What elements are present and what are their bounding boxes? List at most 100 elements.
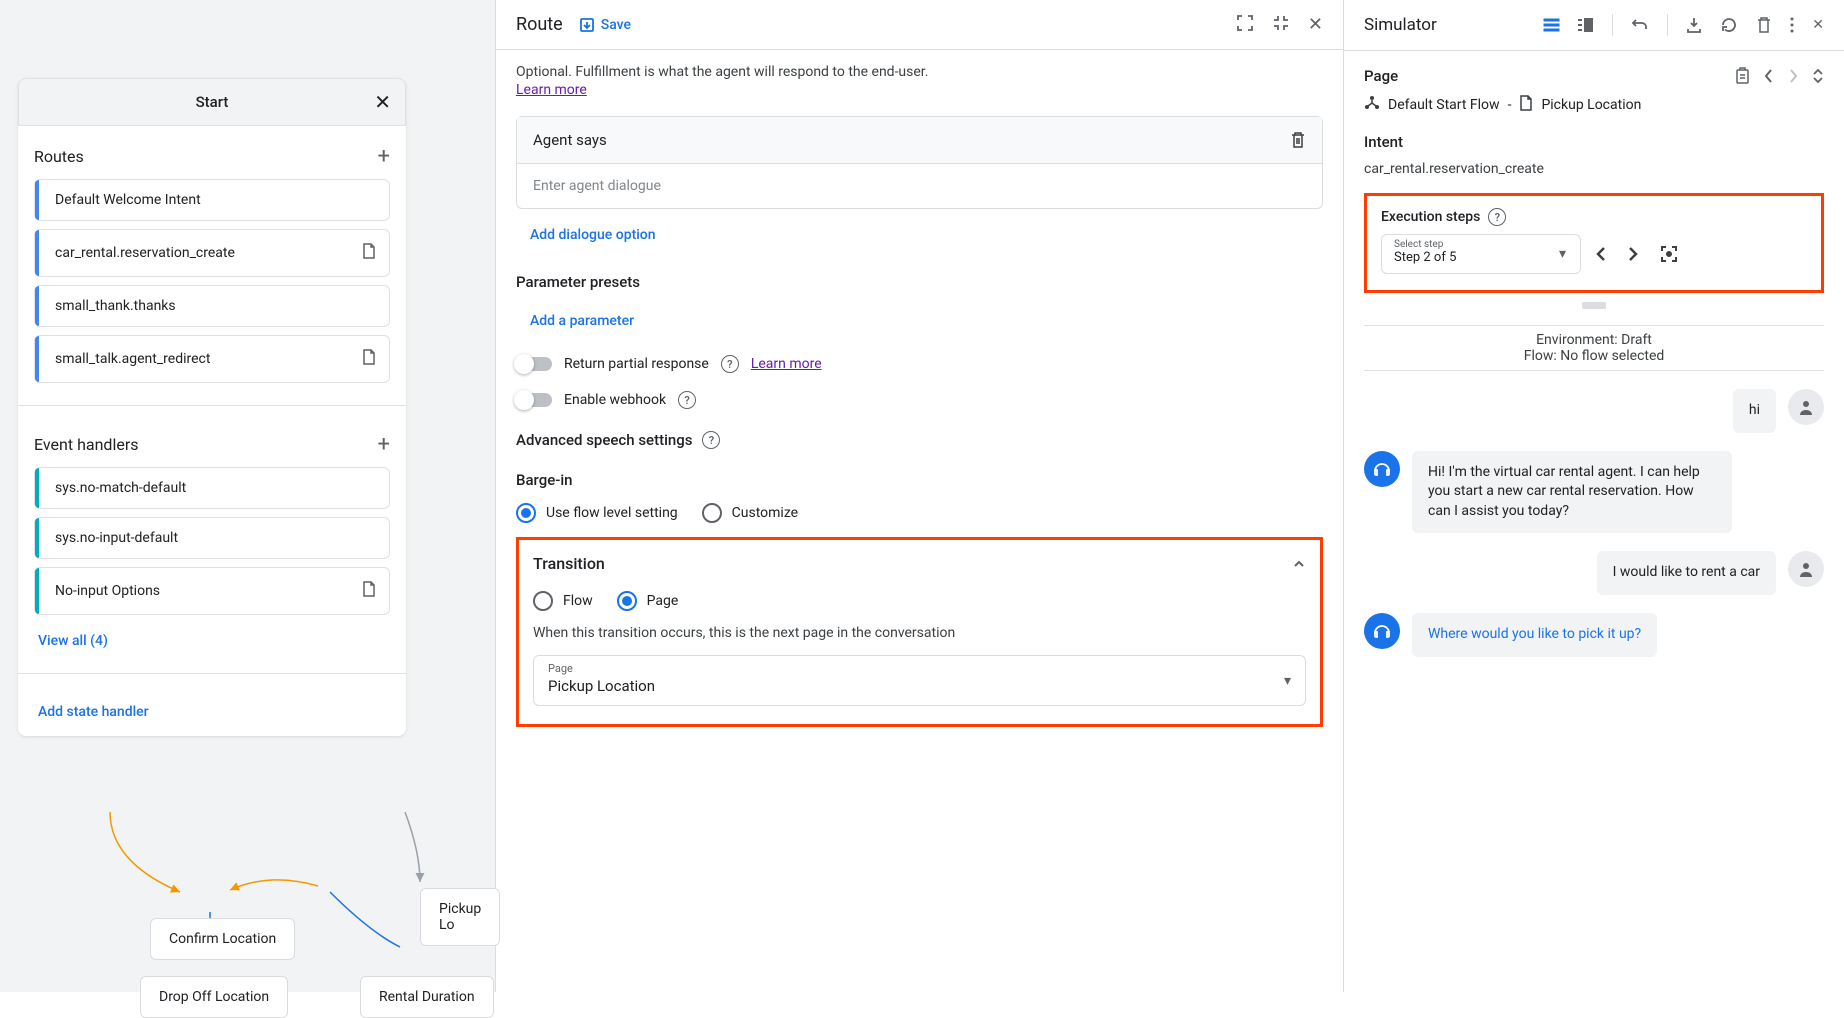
help-icon[interactable]: ?	[702, 431, 720, 449]
routes-section: Routes + Default Welcome Intent car_rent…	[18, 126, 406, 397]
transition-page-radio[interactable]: Page	[617, 591, 679, 611]
trash-icon[interactable]	[1290, 131, 1306, 149]
start-card-header: Start ✕	[18, 78, 406, 126]
handler-item[interactable]: sys.no-input-default	[34, 517, 390, 559]
flow-node-dropoff[interactable]: Drop Off Location	[140, 976, 288, 1018]
handler-item[interactable]: No-input Options	[34, 567, 390, 615]
undo-icon[interactable]	[1631, 16, 1649, 34]
save-icon	[579, 17, 595, 33]
add-parameter-link[interactable]: Add a parameter	[530, 313, 634, 329]
add-dialogue-link[interactable]: Add dialogue option	[530, 227, 656, 243]
bot-message: Hi! I'm the virtual car rental agent. I …	[1364, 451, 1824, 534]
route-item[interactable]: small_talk.agent_redirect	[34, 335, 390, 383]
flow-node-confirm[interactable]: Confirm Location	[150, 918, 295, 960]
flow-level-radio[interactable]: Use flow level setting	[516, 503, 678, 523]
focus-icon[interactable]	[1659, 244, 1679, 264]
save-button[interactable]: Save	[579, 17, 631, 33]
param-presets-heading: Parameter presets	[516, 273, 1323, 291]
view-lines-icon[interactable]	[1545, 17, 1558, 33]
flow-nodes: Pickup Lo Confirm Location Drop Off Loca…	[0, 842, 495, 992]
more-icon[interactable]	[1790, 16, 1794, 34]
route-header: Route Save ✕	[496, 0, 1343, 50]
simulator-title: Simulator	[1364, 15, 1437, 35]
simulator-header: Simulator ✕	[1344, 0, 1844, 51]
view-list-icon[interactable]	[1576, 17, 1594, 33]
environment-info: Environment: Draft Flow: No flow selecte…	[1364, 325, 1824, 371]
route-title: Route	[516, 14, 563, 35]
simulator-panel: Simulator ✕ Page	[1344, 0, 1844, 992]
webhook-label: Enable webhook	[564, 392, 666, 408]
refresh-icon[interactable]	[1720, 16, 1738, 34]
route-item[interactable]: small_thank.thanks	[34, 285, 390, 327]
route-panel: Route Save ✕ Optional. Fulfillment is wh…	[495, 0, 1344, 992]
agent-says-label: Agent says	[533, 131, 607, 149]
fullscreen-icon[interactable]	[1236, 14, 1254, 35]
add-route-icon[interactable]: +	[378, 144, 390, 169]
transition-flow-radio[interactable]: Flow	[533, 591, 593, 611]
close-icon[interactable]: ✕	[1812, 17, 1824, 33]
help-icon[interactable]: ?	[678, 391, 696, 409]
flow-canvas: Start ✕ Routes + Default Welcome Intent …	[0, 0, 495, 992]
transition-heading: Transition	[533, 554, 605, 573]
fulfillment-description: Optional. Fulfillment is what the agent …	[516, 64, 1323, 80]
handler-item[interactable]: sys.no-match-default	[34, 467, 390, 509]
flow-icon	[1364, 95, 1380, 115]
route-item[interactable]: car_rental.reservation_create	[34, 229, 390, 277]
trash-icon[interactable]	[1756, 16, 1772, 34]
clipboard-icon[interactable]	[1735, 67, 1750, 85]
transition-description: When this transition occurs, this is the…	[533, 625, 1306, 641]
add-handler-icon[interactable]: +	[378, 432, 390, 457]
routes-heading: Routes	[34, 147, 84, 166]
user-avatar-icon	[1788, 551, 1824, 587]
event-handlers-heading: Event handlers	[34, 435, 139, 454]
customize-radio[interactable]: Customize	[702, 503, 798, 523]
flow-node-pickup[interactable]: Pickup Lo	[420, 888, 500, 946]
step-select[interactable]: Select step Step 2 of 5 ▾	[1381, 234, 1581, 274]
collapse-icon[interactable]	[1812, 68, 1824, 84]
chevron-down-icon: ▾	[1284, 673, 1291, 689]
close-icon[interactable]: ✕	[1308, 14, 1323, 35]
prev-page-icon[interactable]	[1764, 68, 1774, 84]
route-item[interactable]: Default Welcome Intent	[34, 179, 390, 221]
help-icon[interactable]: ?	[721, 355, 739, 373]
event-handlers-section: Event handlers + sys.no-match-default sy…	[18, 414, 406, 665]
page-icon	[361, 580, 377, 602]
page-icon	[361, 348, 377, 370]
resize-handle[interactable]	[1364, 305, 1824, 311]
intent-value: car_rental.reservation_create	[1364, 161, 1824, 177]
flow-node-rental[interactable]: Rental Duration	[360, 976, 494, 1018]
add-state-handler-link[interactable]: Add state handler	[34, 694, 390, 730]
page-icon	[361, 242, 377, 264]
next-step-icon[interactable]	[1627, 245, 1639, 263]
bot-avatar-icon	[1364, 451, 1400, 487]
prev-step-icon[interactable]	[1595, 245, 1607, 263]
intent-label: Intent	[1364, 133, 1824, 151]
view-all-link[interactable]: View all (4)	[34, 623, 390, 659]
help-icon[interactable]: ?	[1488, 208, 1506, 226]
chevron-down-icon: ▾	[1559, 246, 1566, 262]
next-page-icon[interactable]	[1788, 68, 1798, 84]
page-label: Page	[1364, 67, 1398, 85]
transition-highlight: Transition Flow Page When this transitio…	[516, 537, 1323, 727]
user-message: I would like to rent a car	[1364, 551, 1824, 595]
execution-steps-label: Execution steps	[1381, 209, 1480, 225]
webhook-toggle[interactable]	[516, 393, 552, 407]
barge-in-heading: Barge-in	[516, 471, 1323, 489]
learn-more-link[interactable]: Learn more	[516, 82, 587, 98]
download-icon[interactable]	[1686, 16, 1702, 34]
partial-response-label: Return partial response	[564, 356, 709, 372]
close-icon[interactable]: ✕	[374, 90, 391, 114]
user-avatar-icon	[1788, 389, 1824, 425]
chat-log: hi Hi! I'm the virtual car rental agent.…	[1364, 389, 1824, 657]
start-page-card: Start ✕ Routes + Default Welcome Intent …	[18, 78, 406, 736]
advanced-speech-heading: Advanced speech settings	[516, 431, 692, 449]
chevron-up-icon[interactable]	[1292, 557, 1306, 571]
page-select[interactable]: Page Pickup Location ▾	[533, 655, 1306, 706]
user-message: hi	[1364, 389, 1824, 433]
agent-dialogue-input[interactable]: Enter agent dialogue	[517, 164, 1322, 208]
bot-message: Where would you like to pick it up?	[1364, 613, 1824, 657]
collapse-icon[interactable]	[1272, 14, 1290, 35]
execution-steps-highlight: Execution steps ? Select step Step 2 of …	[1364, 193, 1824, 293]
learn-more-link[interactable]: Learn more	[751, 356, 822, 372]
partial-response-toggle[interactable]	[516, 357, 552, 371]
